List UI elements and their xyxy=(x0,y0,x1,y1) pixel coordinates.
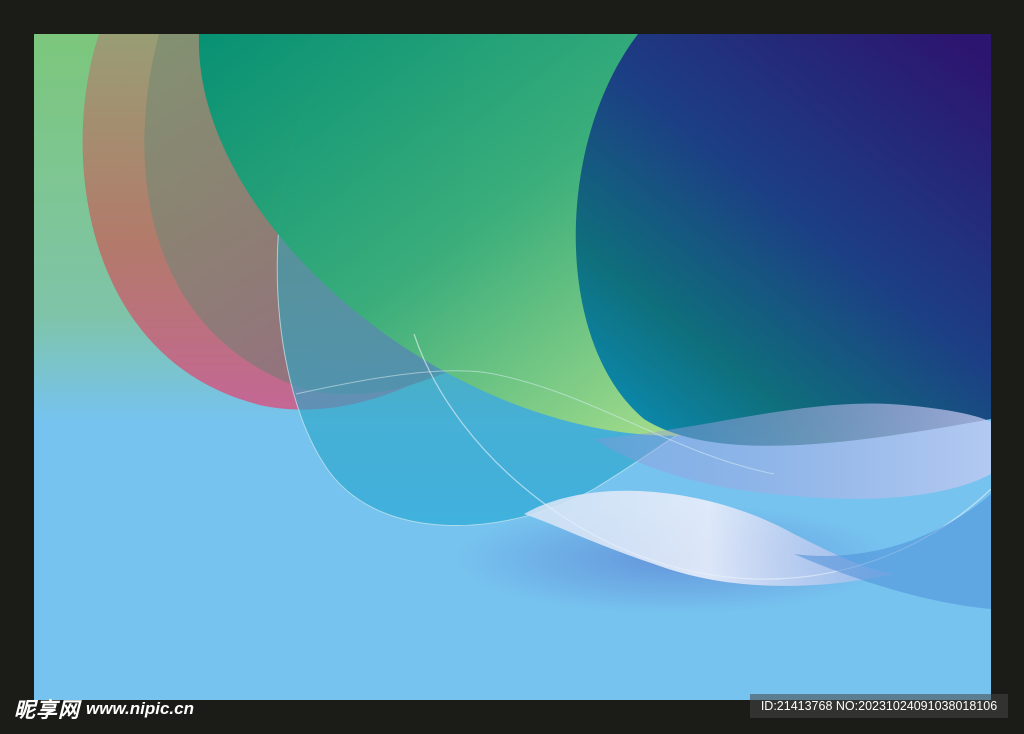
abstract-wave-artwork xyxy=(34,34,991,700)
site-url-text: www.nipic.cn xyxy=(86,699,194,718)
indigo-wave xyxy=(575,34,991,446)
image-canvas: 昵享网 www.nipic.cn ID:21413768 NO:20231024… xyxy=(0,0,1024,734)
site-watermark: 昵享网 www.nipic.cn xyxy=(14,694,194,724)
image-id-label: ID:21413768 NO:20231024091038018106 xyxy=(750,694,1008,718)
site-name-text: 昵享网 xyxy=(14,698,80,722)
